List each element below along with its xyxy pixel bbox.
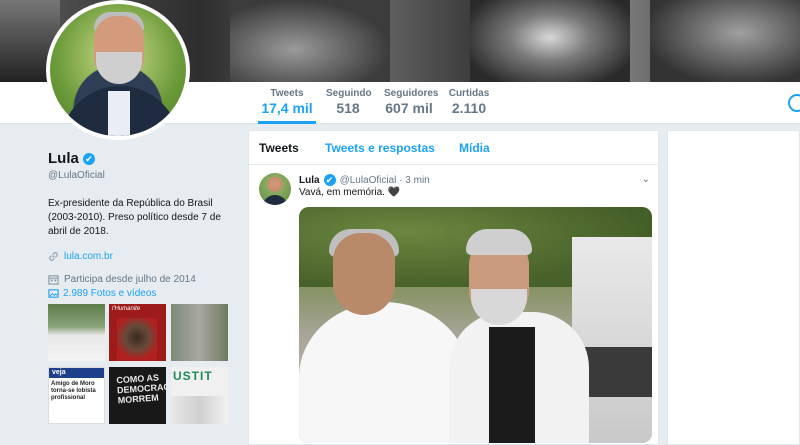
tab-media[interactable]: Mídia — [459, 141, 490, 155]
media-tile[interactable]: veja Amigo de Moro torna-se lobista prof… — [48, 367, 105, 424]
tweet-text: Vavá, em memória. 🖤 — [299, 187, 401, 198]
tweet-feed: Tweets Tweets e respostas Mídia Lula ✔ @… — [248, 130, 659, 445]
tweet-photo[interactable] — [299, 207, 652, 443]
stat-label: Tweets — [270, 88, 304, 99]
right-sidebar — [667, 130, 800, 445]
profile-website[interactable]: lula.com.br — [48, 251, 238, 262]
stat-label: Seguindo — [326, 88, 372, 99]
link-icon — [49, 252, 58, 261]
stat-value: 607 mil — [385, 100, 433, 116]
stat-likes[interactable]: Curtidas 2.110 — [448, 88, 490, 116]
stat-value: 17,4 mil — [261, 100, 313, 116]
stat-value: 518 — [336, 100, 360, 116]
tweet-author-name[interactable]: Lula — [299, 175, 320, 186]
stat-value: 2.110 — [451, 100, 487, 116]
verified-badge-icon: ✔ — [82, 152, 95, 165]
tab-tweets-replies[interactable]: Tweets e respostas — [325, 141, 435, 155]
tweet-avatar[interactable] — [259, 173, 291, 205]
media-tile[interactable]: COMO AS DEMOCRACIAS MORREM — [109, 367, 166, 424]
tile-text: Amigo de Moro torna-se lobista profissio… — [51, 381, 96, 401]
feed-tabs: Tweets Tweets e respostas Mídia — [249, 131, 658, 165]
follow-button-edge[interactable] — [788, 94, 800, 112]
photos-videos-link[interactable]: 2.989 Fotos e vídeos — [48, 288, 156, 299]
media-tile[interactable]: l'Humanite — [109, 304, 166, 361]
profile-name[interactable]: Lula — [48, 150, 79, 167]
verified-badge-icon: ✔ — [323, 174, 336, 186]
photos-videos-label[interactable]: 2.989 Fotos e vídeos — [63, 288, 156, 299]
tile-header: veja — [49, 368, 104, 378]
profile-card: Lula ✔ @LulaOficial Ex-presidente da Rep… — [48, 150, 238, 285]
stat-label: Curtidas — [448, 88, 490, 99]
media-tile[interactable] — [171, 304, 228, 361]
website-link[interactable]: lula.com.br — [64, 251, 113, 262]
tweet-handle-time[interactable]: @LulaOficial · 3 min — [340, 175, 430, 186]
profile-name-row: Lula ✔ — [48, 150, 238, 167]
joined-text: Participa desde julho de 2014 — [64, 274, 196, 285]
media-tile[interactable]: USTIT — [171, 367, 228, 424]
image-icon — [48, 289, 59, 298]
tweet-header: Lula ✔ @LulaOficial · 3 min — [299, 174, 430, 186]
stat-following[interactable]: Seguindo 518 — [326, 88, 372, 116]
tile-text: COMO AS DEMOCRACIAS MORREM — [116, 372, 166, 406]
stat-label: Seguidores — [384, 88, 439, 99]
stat-tweets[interactable]: Tweets 17,4 mil — [258, 88, 316, 124]
chevron-down-icon[interactable]: ⌄ — [642, 174, 650, 185]
tile-caption: l'Humanite — [112, 306, 141, 312]
profile-bio: Ex-presidente da República do Brasil (20… — [48, 198, 221, 237]
tab-tweets[interactable]: Tweets — [259, 141, 299, 155]
profile-handle: @LulaOficial — [48, 170, 105, 181]
media-tile[interactable] — [48, 304, 105, 361]
calendar-icon — [48, 275, 59, 285]
profile-avatar[interactable] — [46, 0, 190, 140]
tile-text: USTIT — [173, 369, 213, 383]
profile-joined: Participa desde julho de 2014 — [48, 274, 238, 285]
stat-followers[interactable]: Seguidores 607 mil — [384, 88, 439, 116]
